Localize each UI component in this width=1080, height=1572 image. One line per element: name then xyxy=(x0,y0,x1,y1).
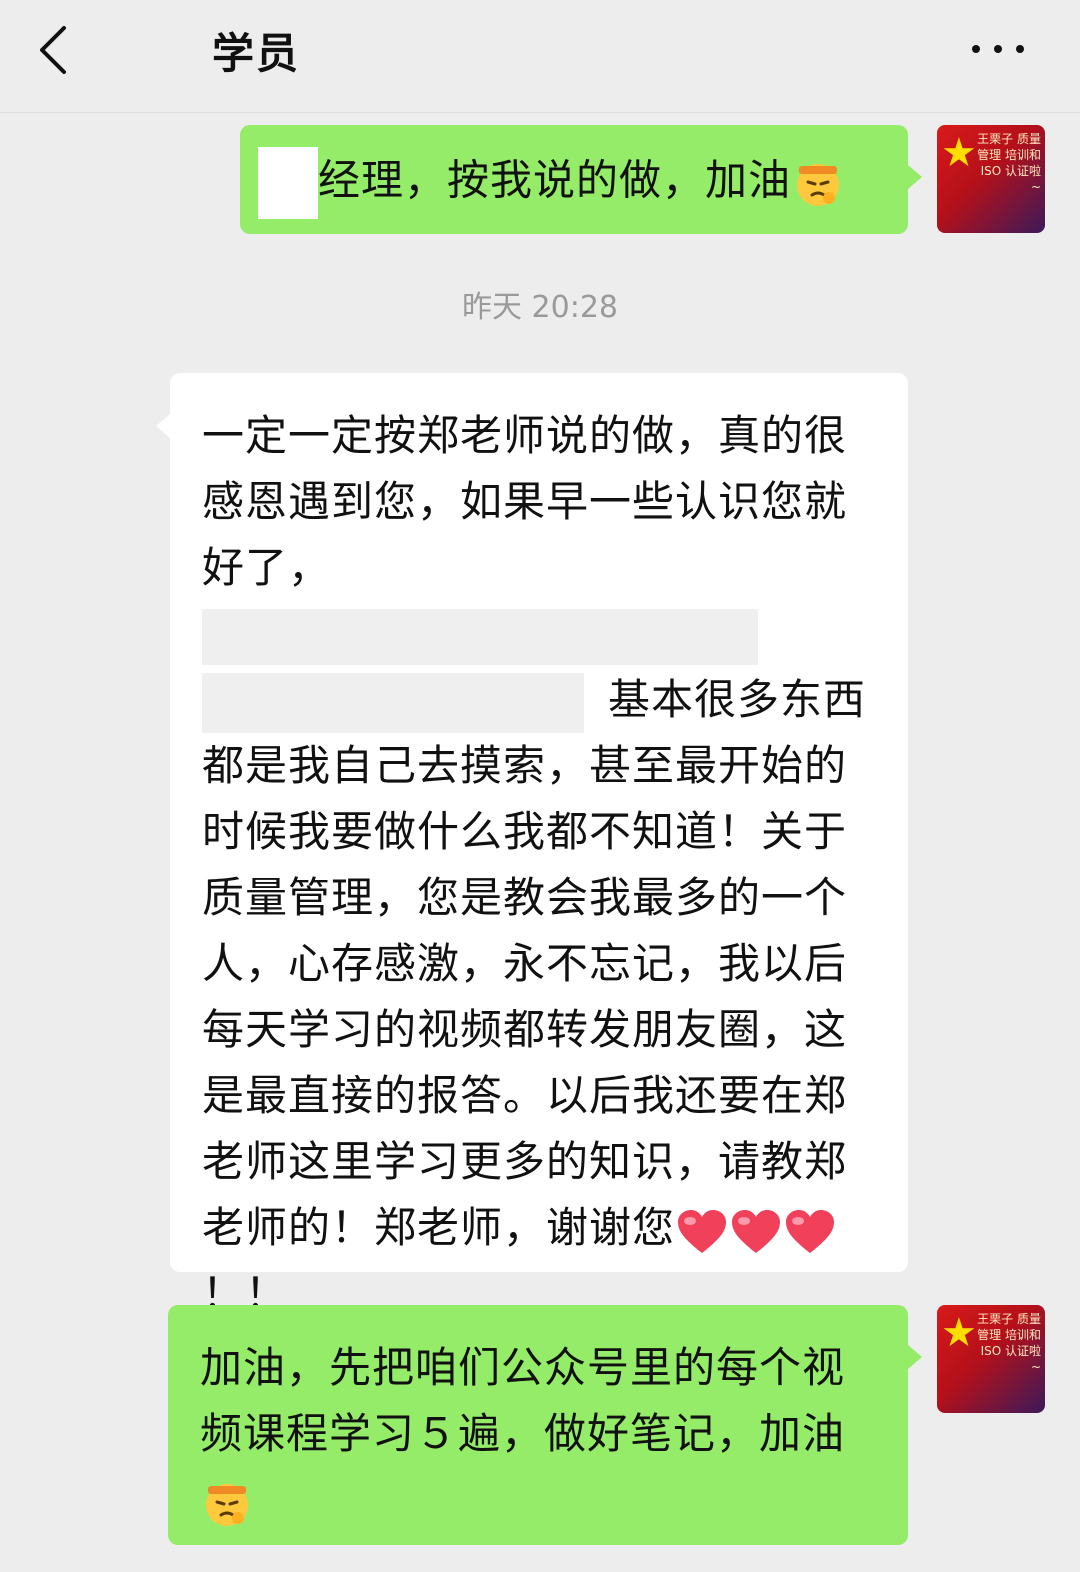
avatar[interactable]: ★ 王栗子 质量管理 培训和ISO 认证啦~ xyxy=(937,1305,1045,1413)
redacted-text xyxy=(202,672,584,733)
message-text: 经理，按我说的做，加油 xyxy=(318,155,792,205)
message-bubble-incoming[interactable]: 一定一定按郑老师说的做，真的很感恩遇到您，如果早一些认识您就好了， 基本很多东西都… xyxy=(170,373,908,1318)
chevron-left-icon[interactable] xyxy=(30,22,80,78)
message-text: 加油，先把咱们公众号里的每个视频课程学习５遍，做好笔记，加油 xyxy=(200,1343,846,1458)
message-text: 基本很多东西都是我自己去摸索，甚至最开始的时候我要做什么我都不知道！关于质量管理… xyxy=(202,675,867,1252)
message-bubble-outgoing[interactable]: 加油，先把咱们公众号里的每个视频课程学习５遍，做好笔记，加油 xyxy=(168,1305,908,1545)
determined-face-emoji-icon xyxy=(202,1478,252,1528)
message-text: 一定一定按郑老师说的做，真的很感恩遇到您，如果早一些认识您就好了， xyxy=(202,411,848,592)
determined-face-emoji-icon xyxy=(793,158,843,208)
redacted-text xyxy=(258,147,318,219)
bubble-tail xyxy=(908,165,922,189)
bubble-tail xyxy=(156,414,170,438)
heart-icon xyxy=(784,1208,836,1254)
more-dots-icon[interactable] xyxy=(972,28,1032,68)
chat-header: 学员 xyxy=(0,0,1080,113)
bubble-tail xyxy=(908,1345,922,1369)
redacted-text xyxy=(202,608,758,665)
message-timestamp: 昨天 20:28 xyxy=(462,290,618,325)
message-bubble-outgoing[interactable]: 经理，按我说的做，加油 xyxy=(240,125,908,234)
heart-icon xyxy=(730,1208,782,1254)
heart-icon xyxy=(676,1208,728,1254)
chat-title: 学员 xyxy=(212,29,301,78)
avatar[interactable]: ★ 王栗子 质量管理 培训和ISO 认证啦~ xyxy=(937,125,1045,233)
